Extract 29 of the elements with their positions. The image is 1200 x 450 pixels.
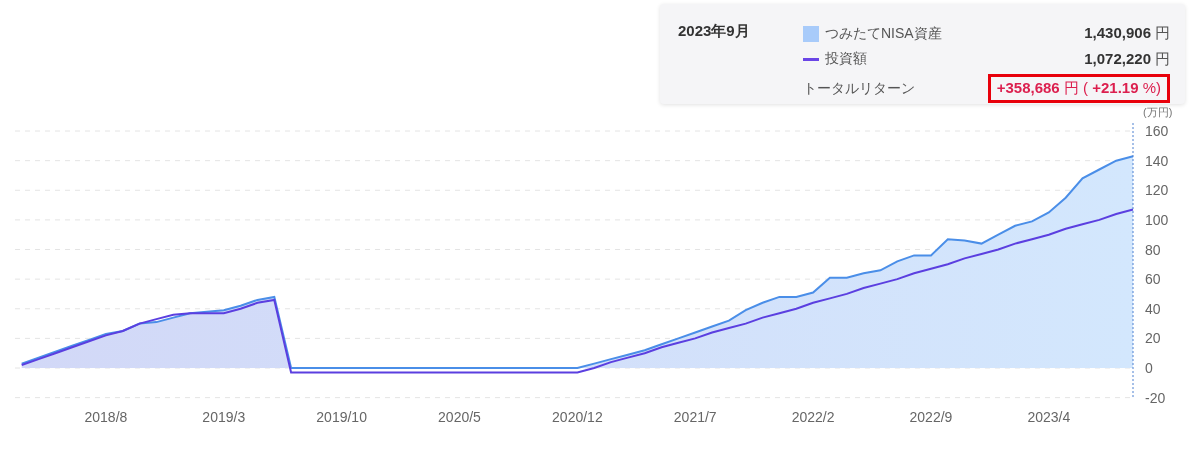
y-axis-label: 80: [1145, 241, 1161, 258]
total-return-label: トータルリターン: [803, 79, 915, 98]
y-axis-label: 40: [1145, 300, 1161, 317]
y-axis-label: 20: [1145, 330, 1161, 347]
legend-label: つみたてNISA資産: [825, 24, 942, 43]
y-axis-label: 140: [1145, 152, 1169, 169]
x-axis-label: 2019/3: [202, 409, 246, 425]
tooltip-value: 1,430,906: [1084, 24, 1151, 42]
x-axis-label: 2020/12: [552, 409, 603, 425]
tooltip-value: 1,072,220: [1084, 50, 1151, 67]
x-axis-label: 2023/4: [1027, 409, 1071, 425]
x-axis-label: 2022/2: [791, 409, 835, 425]
y-axis-label: -20: [1145, 389, 1166, 406]
y-axis-label: 100: [1145, 211, 1169, 228]
y-axis-label: 160: [1145, 123, 1169, 140]
total-return-value: +358,686 円 ( +21.19 %): [987, 74, 1170, 104]
x-axis-label: 2020/5: [438, 409, 481, 425]
legend-label: 投資額: [825, 50, 867, 69]
y-axis-unit: (万円): [1143, 107, 1173, 119]
unit-label: 円: [1155, 50, 1170, 67]
tooltip-date: 2023年9月: [678, 22, 751, 41]
y-axis-label: 0: [1145, 360, 1153, 376]
unit-label: 円: [1155, 24, 1170, 42]
x-axis-label: 2018/8: [84, 409, 128, 425]
y-axis-label: 120: [1145, 182, 1169, 199]
x-axis-label: 2021/7: [673, 409, 717, 425]
y-axis-label: 60: [1145, 271, 1161, 288]
x-axis-label: 2019/10: [316, 409, 367, 425]
x-axis-label: 2022/9: [909, 409, 953, 425]
